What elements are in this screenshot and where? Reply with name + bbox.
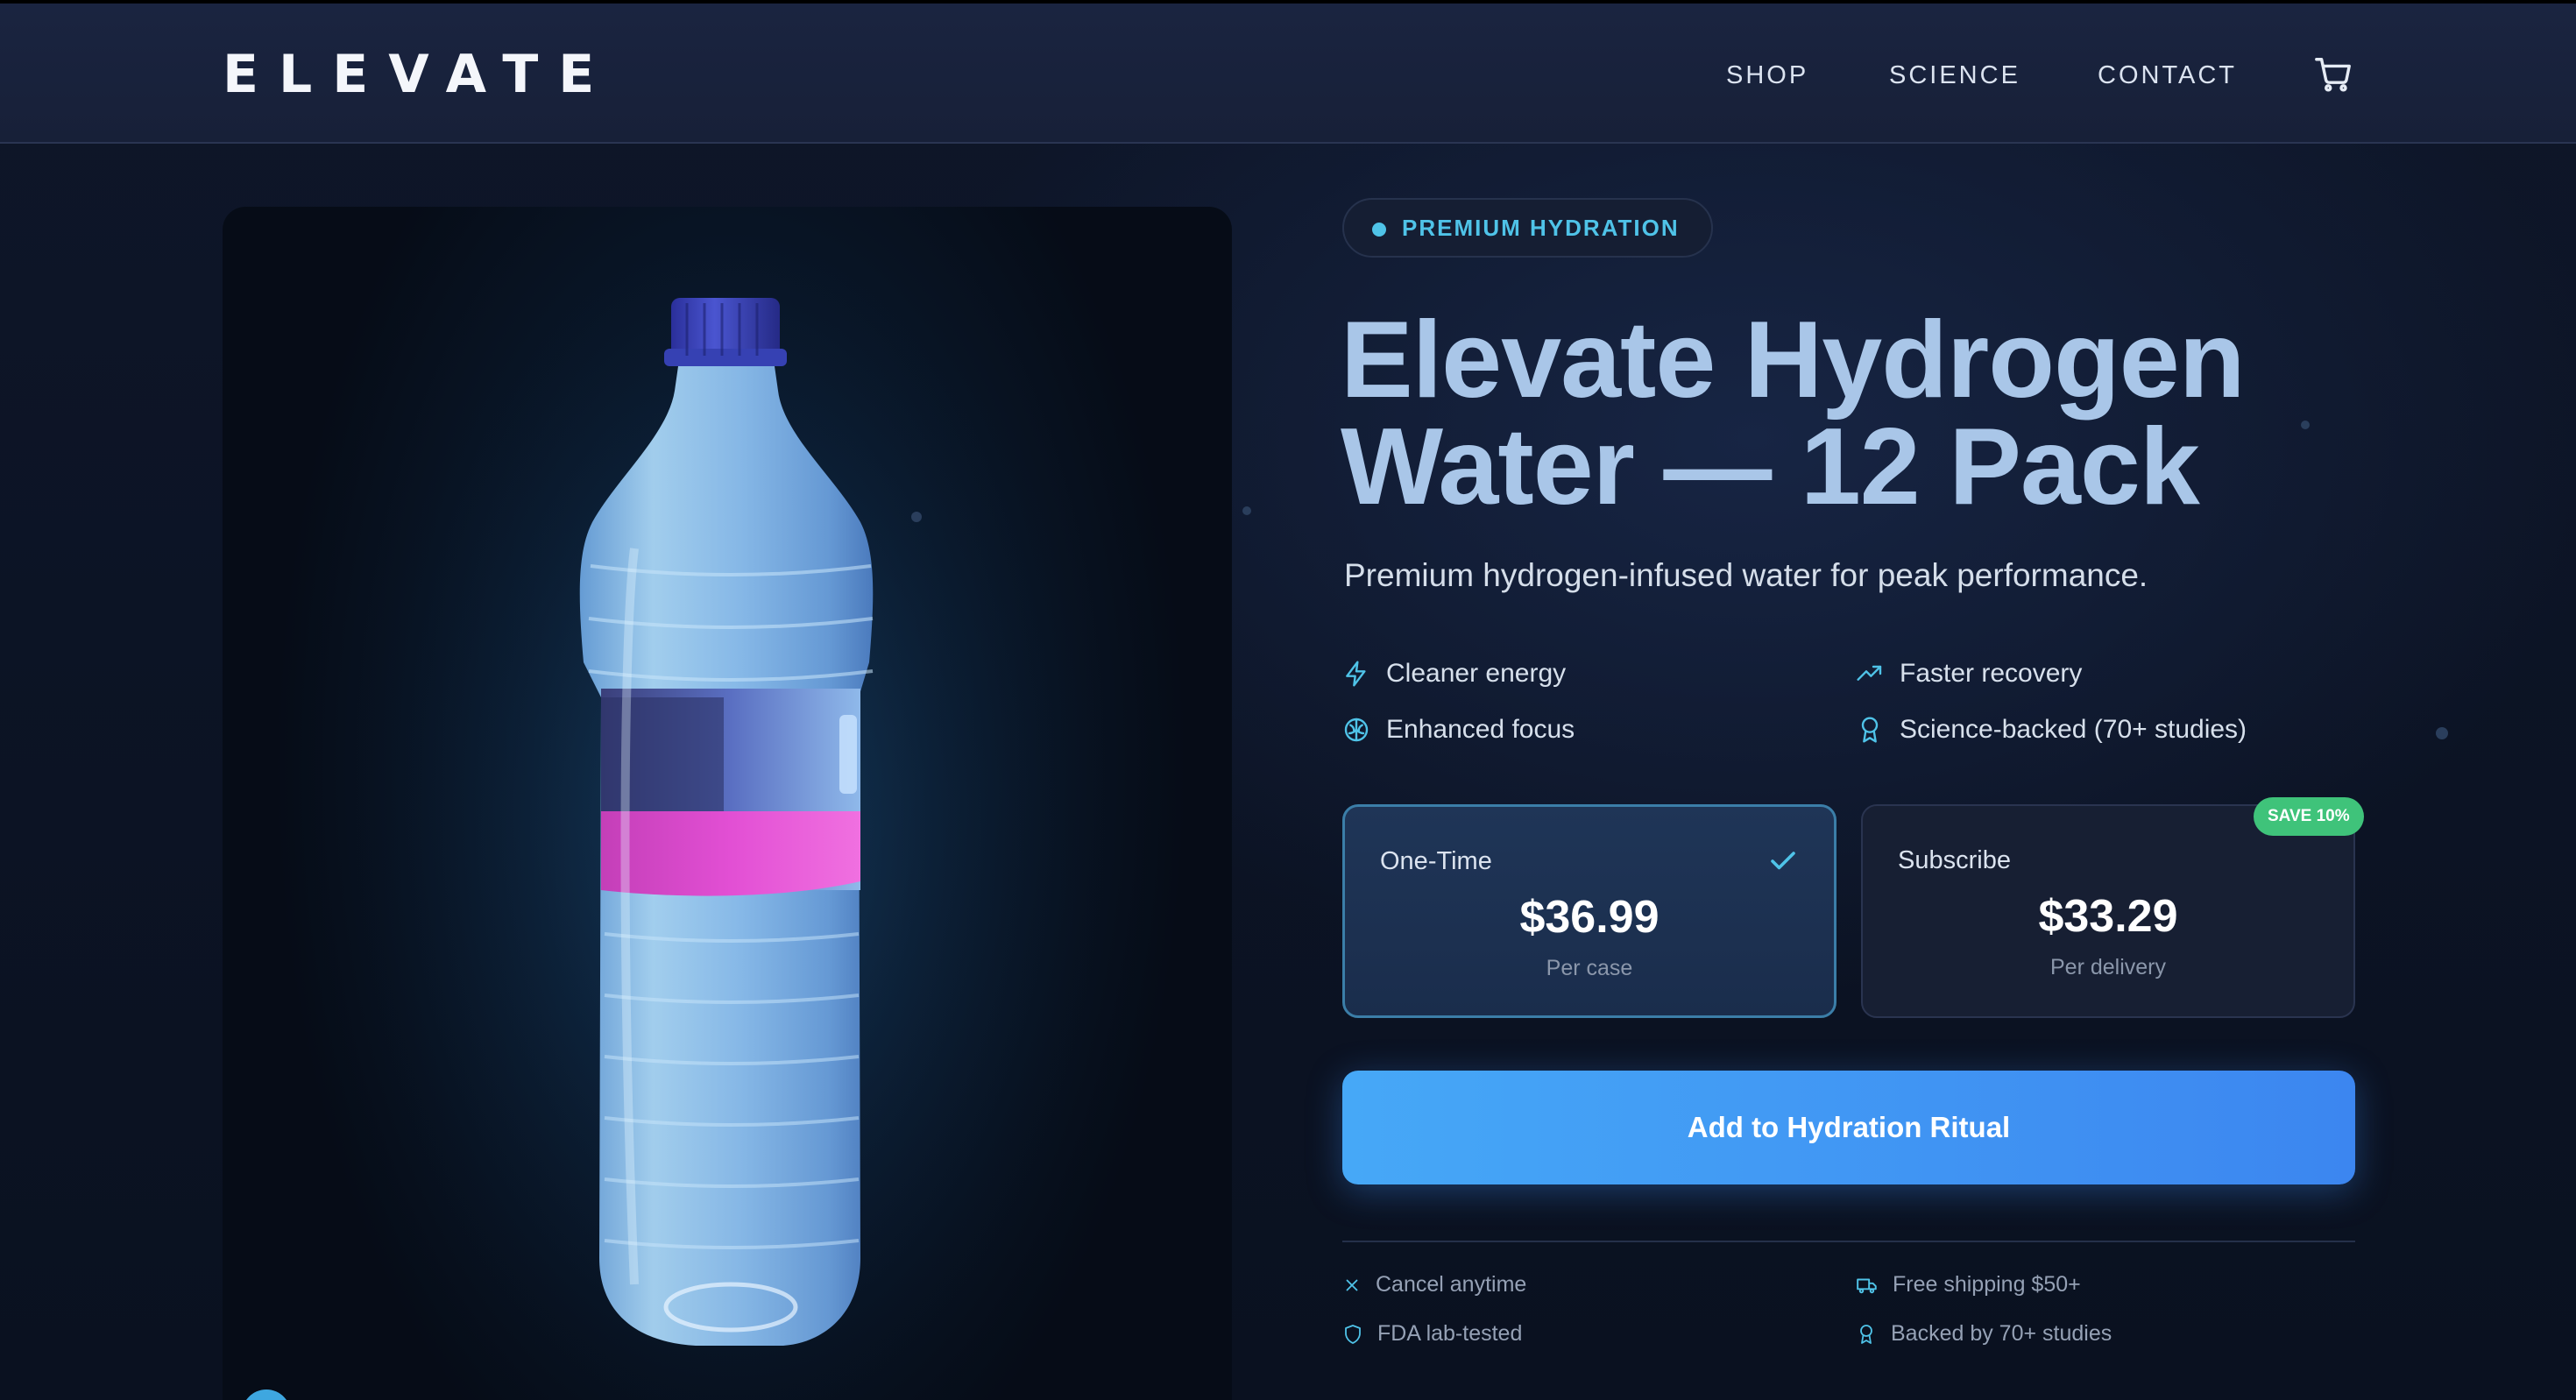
cart-icon[interactable] [2313,54,2357,98]
price-caption: Per case [1546,956,1633,980]
badge-dot-icon [1372,223,1386,237]
brain-icon [1344,718,1369,742]
feature-label: Faster recovery [1900,659,2083,688]
trust-label: FDA lab-tested [1377,1321,1523,1346]
product-image-panel[interactable] [223,207,1232,1400]
trending-up-icon [1857,665,1882,681]
water-bottle-image [354,242,1108,1400]
feature-label: Cleaner energy [1386,659,1567,688]
feature-item: Cleaner energy [1342,659,1566,689]
top-nav: ELEVATE SHOP SCIENCE CONTACT [0,4,2576,144]
sparkle [2436,727,2448,739]
product-title: Elevate Hydrogen Water — 12 Pack [1341,306,2480,521]
truck-icon [1857,1278,1877,1293]
price-option-subscribe[interactable]: Subscribe $33.29 Per delivery [1861,804,2355,1018]
feature-item: Faster recovery [1856,659,2082,689]
price-option-label: One-Time [1380,847,1492,875]
price-value: $33.29 [2038,891,2178,942]
lightning-icon [1346,661,1366,687]
trust-item: FDA lab-tested [1342,1321,1522,1347]
feature-label: Enhanced focus [1386,715,1575,744]
shield-icon [1345,1324,1361,1344]
x-icon [1346,1279,1358,1290]
brand-logo[interactable]: ELEVATE [223,44,614,105]
trust-label: Backed by 70+ studies [1891,1321,2112,1346]
nav-link-shop[interactable]: SHOP [1726,61,1808,90]
product-page: ELEVATE SHOP SCIENCE CONTACT PREMIUM HYD… [0,0,2576,1400]
product-title-line1: Elevate Hydrogen [1341,300,2245,421]
product-subtitle: Premium hydrogen-infused water for peak … [1344,557,2148,593]
price-caption: Per delivery [2050,955,2166,979]
check-icon [1771,852,1795,870]
price-value: $36.99 [1519,892,1660,943]
sparkle [911,512,922,522]
category-badge: PREMIUM HYDRATION [1342,198,1713,258]
trust-label: Cancel anytime [1376,1272,1527,1297]
feature-item: Science-backed (70+ studies) [1856,715,2247,745]
save-badge: SAVE 10% [2254,797,2364,836]
award-icon [1861,717,1879,743]
trust-item: Backed by 70+ studies [1856,1321,2112,1347]
feature-item: Enhanced focus [1342,715,1575,745]
badge-label: PREMIUM HYDRATION [1402,214,1680,241]
trust-item: Cancel anytime [1342,1272,1526,1297]
price-option-one-time[interactable]: One-Time $36.99 Per case [1342,804,1836,1018]
trust-item: Free shipping $50+ [1856,1272,2081,1297]
award-icon [1860,1324,1872,1344]
feature-label: Science-backed (70+ studies) [1900,715,2247,744]
price-option-label: Subscribe [1898,846,2011,874]
add-to-cart-button[interactable]: Add to Hydration Ritual [1342,1071,2355,1184]
trust-label: Free shipping $50+ [1893,1272,2081,1297]
nav-link-contact[interactable]: CONTACT [2098,61,2237,90]
product-title-line2: Water — 12 Pack [1341,407,2200,527]
sparkle [1242,506,1251,515]
divider [1342,1241,2355,1242]
nav-link-science[interactable]: SCIENCE [1889,61,2020,90]
